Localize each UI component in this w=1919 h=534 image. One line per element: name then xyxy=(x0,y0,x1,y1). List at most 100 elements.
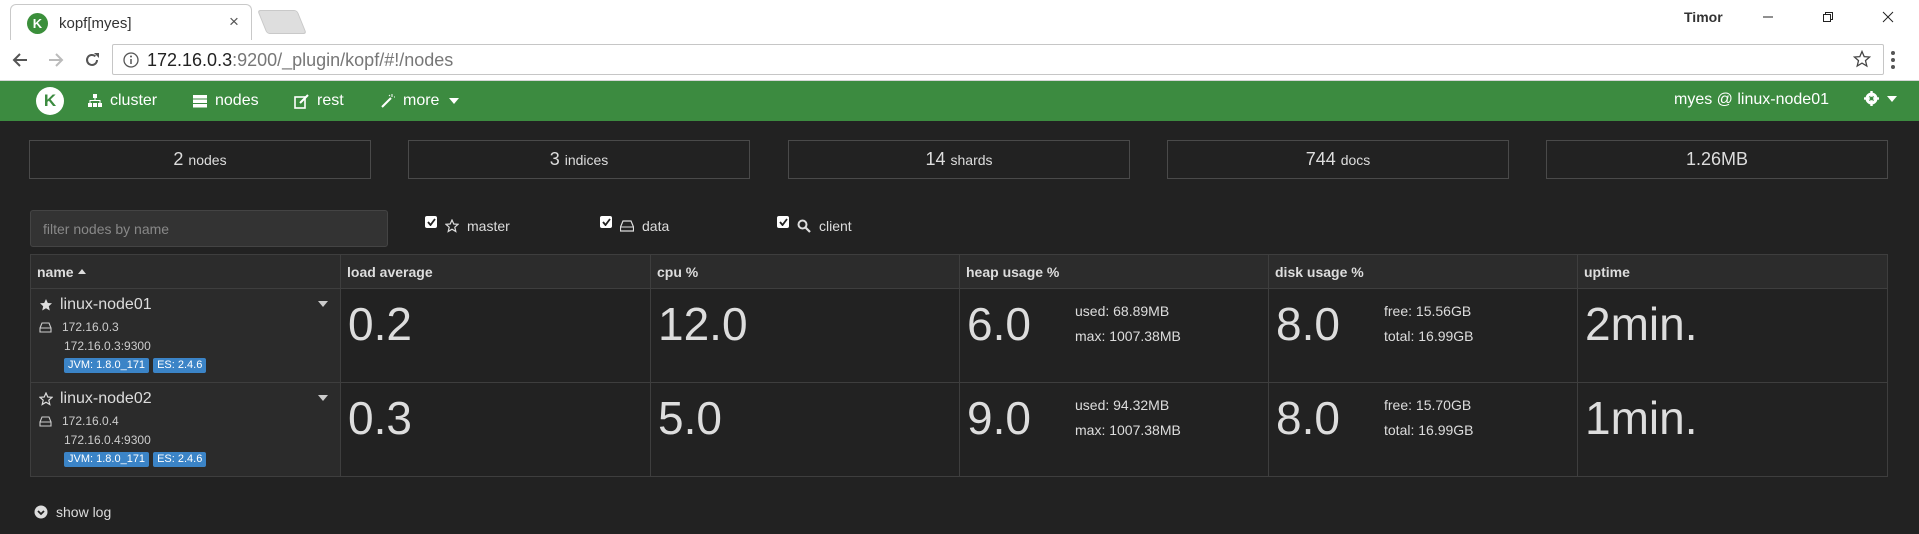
disk-cell: 8.0 free: 15.56GB total: 16.99GB xyxy=(1268,288,1578,383)
node-actions-dropdown[interactable] xyxy=(318,395,328,401)
hdd-icon xyxy=(39,321,52,333)
filter-nodes-input[interactable] xyxy=(30,210,388,247)
data-filter-label: data xyxy=(642,218,670,234)
disk-total: total: 16.99GB xyxy=(1384,422,1474,438)
column-header-uptime[interactable]: uptime xyxy=(1577,254,1888,289)
node-name-cell: linux-node01 172.16.0.3 172.16.0.3:9300 … xyxy=(30,288,341,383)
node-name-cell: linux-node02 172.16.0.4 172.16.0.4:9300 … xyxy=(30,382,341,477)
checkbox-checked-icon[interactable] xyxy=(600,216,612,228)
cpu-cell: 12.0 xyxy=(650,288,960,383)
column-header-cpu[interactable]: cpu % xyxy=(650,254,960,289)
edit-icon xyxy=(294,93,309,109)
nav-nodes[interactable]: nodes xyxy=(193,91,259,111)
heap-cell: 9.0 used: 94.32MB max: 1007.38MB xyxy=(959,382,1269,477)
address-bar-row: 172.16.0.3:9200/_plugin/kopf/#!/nodes xyxy=(0,40,1919,81)
nav-rest[interactable]: rest xyxy=(294,91,344,111)
uptime-cell: 2min. xyxy=(1577,288,1888,383)
nav-cluster[interactable]: cluster xyxy=(88,91,157,111)
data-filter-checkbox[interactable]: data xyxy=(600,216,670,234)
nav-more-label: more xyxy=(403,92,440,109)
node-name: linux-node01 xyxy=(60,296,152,313)
star-outline-icon xyxy=(39,392,53,406)
sort-asc-icon xyxy=(77,268,86,274)
cpu-cell: 5.0 xyxy=(650,382,960,477)
profile-name[interactable]: Timor xyxy=(1684,9,1723,25)
node-transport-address: 172.16.0.3:9300 xyxy=(64,339,151,353)
table-header-row: name load average cpu % heap usage % dis… xyxy=(30,254,1888,289)
kopf-favicon-icon: K xyxy=(27,13,48,34)
hdd-icon xyxy=(39,415,52,427)
info-icon[interactable] xyxy=(123,52,139,68)
chevron-down-icon xyxy=(449,98,460,104)
reload-icon[interactable] xyxy=(82,50,102,70)
app-navbar: K cluster nodes rest more myes @ linux-n… xyxy=(0,81,1919,121)
nodes-count-card: 2 nodes xyxy=(29,140,371,179)
nav-more[interactable]: more xyxy=(380,91,460,111)
show-log-label: show log xyxy=(56,504,112,520)
url-field[interactable]: 172.16.0.3:9200/_plugin/kopf/#!/nodes xyxy=(112,44,1884,75)
heap-max: max: 1007.38MB xyxy=(1075,422,1181,438)
table-row: linux-node02 172.16.0.4 172.16.0.4:9300 … xyxy=(30,382,1888,477)
settings-dropdown[interactable] xyxy=(1864,91,1897,106)
client-filter-checkbox[interactable]: client xyxy=(777,216,852,234)
load-average-cell: 0.2 xyxy=(340,288,651,383)
search-icon xyxy=(797,219,811,233)
star-filled-icon xyxy=(40,299,52,311)
docs-count-card: 744 docs xyxy=(1167,140,1509,179)
nav-rest-label: rest xyxy=(317,92,344,109)
column-header-load[interactable]: load average xyxy=(340,254,651,289)
checkbox-checked-icon[interactable] xyxy=(777,216,789,228)
gear-icon xyxy=(1864,91,1879,106)
column-header-heap[interactable]: heap usage % xyxy=(959,254,1269,289)
heap-used: used: 94.32MB xyxy=(1075,397,1170,413)
kopf-logo[interactable]: K xyxy=(36,87,64,115)
column-header-name[interactable]: name xyxy=(30,254,341,289)
browser-tab-bar: K kopf[myes] × Timor xyxy=(0,0,1919,41)
bookmark-star-icon[interactable] xyxy=(1853,50,1871,68)
column-header-disk[interactable]: disk usage % xyxy=(1268,254,1578,289)
star-outline-icon xyxy=(445,219,459,233)
restore-icon[interactable] xyxy=(1808,4,1848,30)
show-log-toggle[interactable]: show log xyxy=(34,504,111,520)
sitemap-icon xyxy=(88,94,102,107)
url-text: 172.16.0.3:9200/_plugin/kopf/#!/nodes xyxy=(147,50,454,70)
cluster-user-label: myes @ linux-node01 xyxy=(1674,91,1829,108)
indices-count-card: 3 indices xyxy=(408,140,750,179)
chevron-down-icon xyxy=(1887,95,1897,102)
forward-icon[interactable] xyxy=(46,50,66,70)
node-ip: 172.16.0.4 xyxy=(62,414,119,428)
uptime-cell: 1min. xyxy=(1577,382,1888,477)
new-tab-button[interactable] xyxy=(257,10,307,34)
table-row: linux-node01 172.16.0.3 172.16.0.3:9300 … xyxy=(30,288,1888,383)
disk-free: free: 15.56GB xyxy=(1384,303,1472,319)
node-ip: 172.16.0.3 xyxy=(62,320,119,334)
chevron-circle-down-icon xyxy=(34,505,48,519)
checkbox-checked-icon[interactable] xyxy=(425,216,437,228)
master-filter-checkbox[interactable]: master xyxy=(425,216,510,234)
magic-wand-icon xyxy=(381,93,395,108)
disk-free: free: 15.70GB xyxy=(1384,397,1472,413)
node-actions-dropdown[interactable] xyxy=(318,301,328,307)
jvm-version-badge: JVM: 1.8.0_171 xyxy=(64,358,150,373)
tab-title: kopf[myes] xyxy=(59,15,132,32)
nodes-table: name load average cpu % heap usage % dis… xyxy=(30,254,1888,477)
hdd-icon xyxy=(620,220,634,232)
shards-count-card: 14 shards xyxy=(788,140,1130,179)
close-window-icon[interactable] xyxy=(1868,4,1908,30)
client-filter-label: client xyxy=(819,218,852,234)
minimize-icon[interactable] xyxy=(1748,4,1788,30)
browser-tab[interactable]: K kopf[myes] × xyxy=(10,4,252,41)
size-card: 1.26MB xyxy=(1546,140,1888,179)
es-version-badge: ES: 2.4.6 xyxy=(153,358,207,373)
back-icon[interactable] xyxy=(10,50,30,70)
node-transport-address: 172.16.0.4:9300 xyxy=(64,433,151,447)
load-average-cell: 0.3 xyxy=(340,382,651,477)
node-name: linux-node02 xyxy=(60,390,152,407)
es-version-badge: ES: 2.4.6 xyxy=(153,452,207,467)
nav-nodes-label: nodes xyxy=(215,92,259,109)
disk-cell: 8.0 free: 15.70GB total: 16.99GB xyxy=(1268,382,1578,477)
tab-close-icon[interactable]: × xyxy=(229,13,239,31)
browser-menu-icon[interactable] xyxy=(1890,50,1896,70)
heap-cell: 6.0 used: 68.89MB max: 1007.38MB xyxy=(959,288,1269,383)
server-icon xyxy=(193,94,207,107)
